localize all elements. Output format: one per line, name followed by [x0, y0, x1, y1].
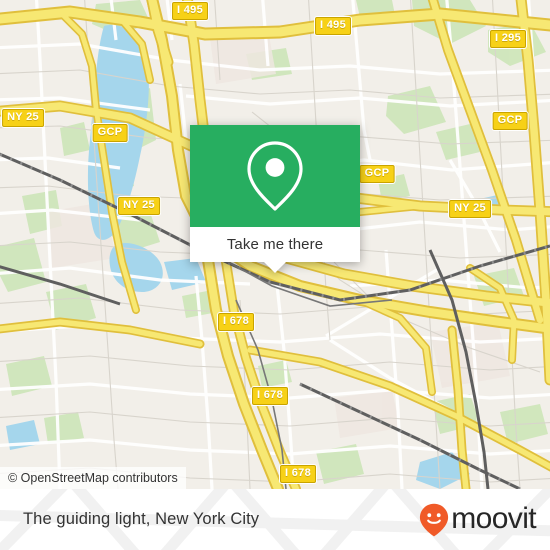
moovit-smiley-pin-icon — [419, 503, 449, 537]
moovit-wordmark: moovit — [451, 501, 536, 535]
highway-shield: I 678 — [280, 465, 316, 483]
highway-shield: NY 25 — [118, 197, 160, 215]
popup-pointer-tail — [264, 262, 286, 273]
highway-shield: GCP — [359, 165, 395, 183]
highway-shield: I 495 — [315, 17, 351, 35]
highway-shield: GCP — [92, 124, 128, 142]
popup-pin-area — [190, 125, 360, 227]
highway-shield: GCP — [492, 112, 528, 130]
highway-shield: NY 25 — [449, 200, 491, 218]
location-popup-card[interactable]: Take me there — [190, 125, 360, 273]
osm-attribution-text: © OpenStreetMap contributors — [8, 471, 178, 485]
osm-attribution[interactable]: © OpenStreetMap contributors — [0, 467, 186, 489]
moovit-brand[interactable]: moovit — [419, 489, 537, 550]
highway-shield: I 495 — [172, 2, 208, 20]
highway-shield: NY 25 — [2, 109, 44, 127]
map-pin-icon — [245, 139, 305, 213]
highway-shield: I 678 — [218, 313, 254, 331]
map-screenshot: I 495 I 495 I 295 NY 25 GCP GCP NY 25 GCP NY 25 I… — [0, 0, 550, 550]
map-canvas[interactable]: I 495 I 495 I 295 NY 25 GCP GCP NY 25 GCP NY 25 I… — [0, 0, 550, 489]
footer-bar: The guiding light, New York City moovit — [0, 489, 550, 550]
highway-shield: I 678 — [252, 387, 288, 405]
take-me-there-button[interactable]: Take me there — [190, 227, 360, 262]
page-title-text: The guiding light, New York City — [23, 510, 260, 528]
page-title: The guiding light, New York City — [23, 489, 259, 550]
highway-shield: I 295 — [490, 30, 526, 48]
take-me-there-label: Take me there — [226, 236, 324, 253]
